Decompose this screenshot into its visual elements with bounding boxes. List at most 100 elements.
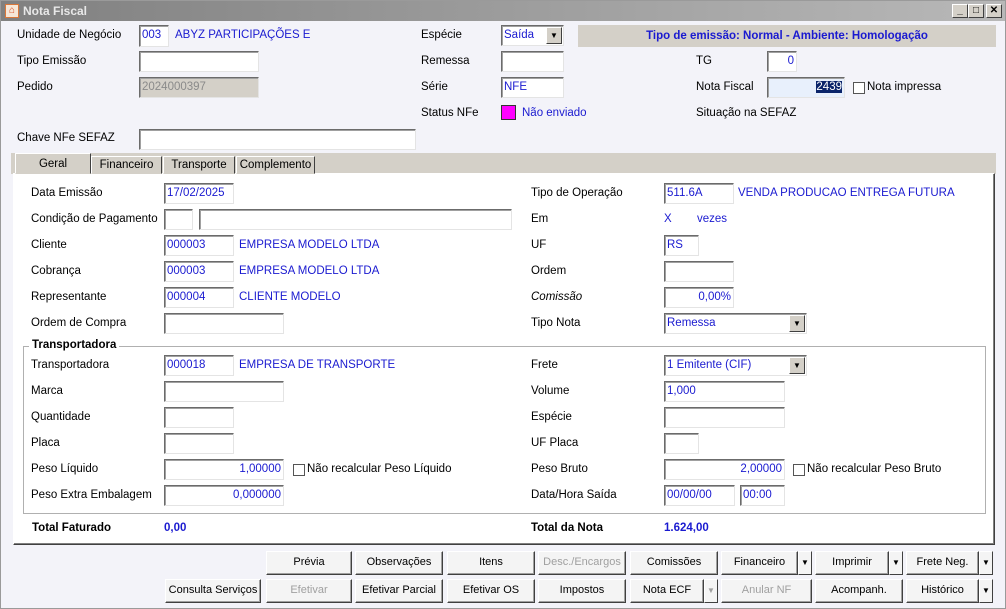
ordem-input[interactable] bbox=[664, 261, 734, 282]
transportadora-label: Transportadora bbox=[31, 359, 110, 371]
placa-input[interactable] bbox=[164, 433, 234, 454]
nota-impressa-checkbox[interactable] bbox=[853, 82, 865, 94]
condicao-code-input[interactable] bbox=[164, 209, 193, 230]
nota-ecf-button[interactable]: Nota ECF bbox=[630, 579, 704, 603]
frete-value: 1 Emitente (CIF) bbox=[667, 359, 752, 371]
nao-recalcular-peso-liquido-label: Não recalcular Peso Líquido bbox=[307, 463, 452, 475]
data-saida-input[interactable]: 00/00/00 bbox=[664, 485, 735, 506]
tipo-emissao-label: Tipo Emissão bbox=[17, 55, 87, 67]
ordem-label: Ordem bbox=[531, 265, 567, 277]
data-emissao-input[interactable]: 17/02/2025 bbox=[164, 183, 234, 204]
acompanh-button[interactable]: Acompanh. bbox=[815, 579, 903, 603]
title-bar[interactable]: ⌂ Nota Fiscal _ □ ✕ bbox=[1, 1, 1005, 21]
consulta-servicos-button[interactable]: Consulta Serviços bbox=[165, 579, 261, 603]
status-color-indicator bbox=[501, 105, 516, 120]
em-x: X bbox=[664, 213, 672, 225]
close-button[interactable]: ✕ bbox=[986, 4, 1002, 18]
peso-extra-input[interactable]: 0,000000 bbox=[164, 485, 284, 506]
nota-fiscal-input[interactable]: 2439 bbox=[767, 77, 845, 98]
efetivar-button: Efetivar bbox=[266, 579, 352, 603]
uf-placa-input[interactable] bbox=[664, 433, 699, 454]
peso-extra-label: Peso Extra Embalagem bbox=[31, 489, 152, 501]
efetivar-parcial-button[interactable]: Efetivar Parcial bbox=[355, 579, 443, 603]
nao-recalcular-peso-bruto-label: Não recalcular Peso Bruto bbox=[807, 463, 942, 475]
serie-label: Série bbox=[421, 81, 448, 93]
nao-recalcular-peso-bruto-checkbox[interactable] bbox=[793, 464, 805, 476]
total-nota-label: Total da Nota bbox=[531, 522, 603, 534]
total-nota-value: 1.624,00 bbox=[664, 522, 709, 534]
pedido-input: 2024000397 bbox=[139, 77, 259, 98]
frete-select[interactable]: 1 Emitente (CIF) ▼ bbox=[664, 355, 807, 376]
volume-label: Volume bbox=[531, 385, 570, 397]
em-vezes: vezes bbox=[697, 213, 728, 225]
tg-input[interactable]: 0 bbox=[767, 51, 797, 72]
previa-button[interactable]: Prévia bbox=[266, 551, 352, 575]
tipo-emissao-input[interactable] bbox=[139, 51, 259, 72]
ordem-compra-input[interactable] bbox=[164, 313, 284, 334]
imprimir-button[interactable]: Imprimir bbox=[815, 551, 889, 575]
imprimir-dropdown-arrow-icon[interactable]: ▼ bbox=[889, 551, 903, 575]
cobranca-code-input[interactable]: 000003 bbox=[164, 261, 234, 282]
peso-liquido-input[interactable]: 1,00000 bbox=[164, 459, 284, 480]
tipo-nota-select[interactable]: Remessa ▼ bbox=[664, 313, 807, 334]
comissoes-button[interactable]: Comissões bbox=[630, 551, 718, 575]
maximize-button[interactable]: □ bbox=[968, 4, 984, 18]
chave-input[interactable] bbox=[139, 129, 416, 150]
representante-code-input[interactable]: 000004 bbox=[164, 287, 234, 308]
tipo-operacao-input[interactable]: 511.6A bbox=[664, 183, 734, 204]
status-value: Não enviado bbox=[522, 107, 587, 119]
cliente-code-input[interactable]: 000003 bbox=[164, 235, 234, 256]
itens-button[interactable]: Itens bbox=[447, 551, 535, 575]
chevron-down-icon[interactable]: ▼ bbox=[789, 357, 805, 374]
uf-input[interactable]: RS bbox=[664, 235, 699, 256]
observacoes-button[interactable]: Observações bbox=[355, 551, 443, 575]
efetivar-os-button[interactable]: Efetivar OS bbox=[447, 579, 535, 603]
peso-liquido-label: Peso Líquido bbox=[31, 463, 99, 475]
financeiro-dropdown-arrow-icon[interactable]: ▼ bbox=[798, 551, 812, 575]
tab-geral[interactable]: Geral bbox=[15, 153, 91, 174]
tab-transporte[interactable]: Transporte bbox=[163, 156, 235, 174]
financeiro-button[interactable]: Financeiro bbox=[721, 551, 798, 575]
unidade-code-input[interactable]: 003 bbox=[139, 25, 169, 47]
transportadora-code-input[interactable]: 000018 bbox=[164, 355, 234, 376]
pedido-label: Pedido bbox=[17, 81, 53, 93]
remessa-input[interactable] bbox=[501, 51, 564, 72]
tab-complemento[interactable]: Complemento bbox=[236, 156, 315, 174]
cliente-name: EMPRESA MODELO LTDA bbox=[239, 239, 380, 251]
status-label: Status NFe bbox=[421, 107, 479, 119]
especie-select[interactable]: Saída ▼ bbox=[501, 25, 564, 46]
quantidade-label: Quantidade bbox=[31, 411, 91, 423]
situacao-label: Situação na SEFAZ bbox=[696, 107, 797, 119]
tipo-nota-label: Tipo Nota bbox=[531, 317, 581, 329]
minimize-button[interactable]: _ bbox=[952, 4, 968, 18]
chevron-down-icon[interactable]: ▼ bbox=[546, 27, 562, 44]
marca-label: Marca bbox=[31, 385, 63, 397]
unidade-label: Unidade de Negócio bbox=[17, 29, 122, 41]
representante-name: CLIENTE MODELO bbox=[239, 291, 341, 303]
volume-input[interactable]: 1,000 bbox=[664, 381, 785, 402]
marca-input[interactable] bbox=[164, 381, 284, 402]
comissao-input[interactable]: 0,00% bbox=[664, 287, 734, 308]
serie-input[interactable]: NFE bbox=[501, 77, 564, 98]
impostos-button[interactable]: Impostos bbox=[538, 579, 626, 603]
nota-ecf-dropdown-arrow-icon: ▼ bbox=[704, 579, 718, 603]
tab-financeiro[interactable]: Financeiro bbox=[91, 156, 162, 174]
data-emissao-label: Data Emissão bbox=[31, 187, 103, 199]
nota-impressa-label: Nota impressa bbox=[867, 81, 942, 93]
hora-saida-input[interactable]: 00:00 bbox=[740, 485, 785, 506]
historico-dropdown-arrow-icon[interactable]: ▼ bbox=[979, 579, 993, 603]
historico-button[interactable]: Histórico bbox=[906, 579, 979, 603]
chevron-down-icon[interactable]: ▼ bbox=[789, 315, 805, 332]
tipo-nota-value: Remessa bbox=[667, 317, 716, 329]
frete-neg-dropdown-arrow-icon[interactable]: ▼ bbox=[979, 551, 993, 575]
desc-encargos-button: Desc./Encargos bbox=[538, 551, 626, 575]
condicao-desc-input[interactable] bbox=[199, 209, 512, 230]
frete-neg-button[interactable]: Frete Neg. bbox=[906, 551, 979, 575]
especie-transp-input[interactable] bbox=[664, 407, 785, 428]
tipo-operacao-desc: VENDA PRODUCAO ENTREGA FUTURA bbox=[738, 187, 955, 199]
nota-fiscal-window: ⌂ Nota Fiscal _ □ ✕ Unidade de Negócio 0… bbox=[0, 0, 1006, 609]
especie-label: Espécie bbox=[421, 29, 462, 41]
peso-bruto-input[interactable]: 2,00000 bbox=[664, 459, 785, 480]
nao-recalcular-peso-liquido-checkbox[interactable] bbox=[293, 464, 305, 476]
quantidade-input[interactable] bbox=[164, 407, 234, 428]
